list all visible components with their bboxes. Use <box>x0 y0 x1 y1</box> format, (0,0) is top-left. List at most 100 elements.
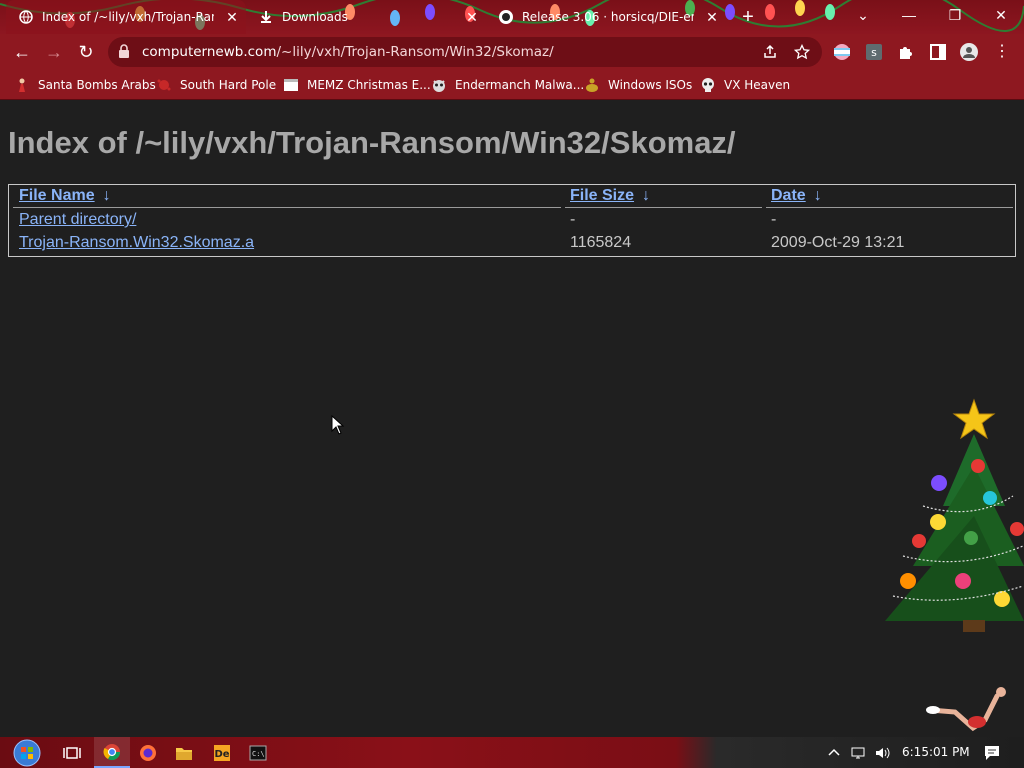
download-icon <box>261 11 271 23</box>
show-hidden-icons-chevron-icon[interactable] <box>826 745 842 761</box>
sort-arrow-icon: ↓ <box>813 187 822 204</box>
start-button[interactable] <box>8 737 46 768</box>
buddha-icon <box>586 78 598 92</box>
bookmark-label: South Hard Pole <box>180 78 277 92</box>
close-tab-icon[interactable]: ✕ <box>224 9 240 25</box>
header-divider <box>13 207 561 208</box>
url-text[interactable]: computernewb.com/~lily/vxh/Trojan-Ransom… <box>142 44 554 60</box>
chrome-icon <box>103 743 121 760</box>
christmas-tree-decoration <box>885 398 1024 632</box>
bookmark-santa-bombs-arabs[interactable]: Santa Bombs Arabs <box>14 75 156 95</box>
tab-index-of[interactable]: Index of /~lily/vxh/Trojan-Ransom ✕ <box>6 0 246 34</box>
bookmark-label: VX Heaven <box>724 78 791 92</box>
url-host: computernewb.com <box>142 44 277 60</box>
address-bar[interactable]: computernewb.com/~lily/vxh/Trojan-Ransom… <box>108 37 822 67</box>
svg-text:De: De <box>214 749 229 760</box>
tab-title: Downloads <box>282 10 348 24</box>
header-divider <box>766 207 1013 208</box>
column-header-file-name[interactable]: File Name ↓ <box>19 187 111 205</box>
profile-avatar-icon[interactable] <box>960 43 978 61</box>
column-header-label: File Name <box>19 187 95 204</box>
bookmarks-bar: Santa Bombs Arabs South Hard Pole MEMZ C… <box>0 70 1024 100</box>
row-size: - <box>570 211 576 228</box>
back-button[interactable]: ← <box>10 40 34 64</box>
bookmark-label: Endermanch Malwa... <box>455 78 585 92</box>
tab-strip: Index of /~lily/vxh/Trojan-Ransom ✕ Down… <box>0 0 1024 34</box>
task-view-button[interactable] <box>54 737 90 768</box>
mouse-cursor-icon <box>331 415 345 435</box>
taskbar-terminal[interactable]: C:\ <box>240 737 276 768</box>
start-orb-icon <box>13 739 41 766</box>
sort-arrow-icon: ↓ <box>642 187 651 204</box>
row-date: - <box>771 211 777 228</box>
bookmark-label: Windows ISOs <box>608 78 693 92</box>
bookmark-label: MEMZ Christmas E... <box>307 78 431 92</box>
network-icon[interactable] <box>850 745 866 761</box>
extension-flag-icon[interactable] <box>833 43 851 61</box>
taskbar-clock[interactable]: 6:15:01 PM <box>902 745 970 759</box>
column-header-date[interactable]: Date ↓ <box>771 187 822 205</box>
header-divider <box>565 207 762 208</box>
terminal-icon: C:\ <box>249 745 267 760</box>
bookmark-endermanch-malware[interactable]: Endermanch Malwa... <box>431 75 584 95</box>
skull-icon <box>702 78 714 92</box>
bookmark-vx-heaven[interactable]: VX Heaven <box>700 75 790 95</box>
tab-search-button[interactable]: ⌄ <box>840 0 886 30</box>
column-header-label: File Size <box>570 187 635 204</box>
column-header-label: Date <box>771 187 806 204</box>
row-size: 1165824 <box>570 234 632 251</box>
row-name-link[interactable]: Parent directory/ <box>19 211 136 229</box>
bookmark-star-icon[interactable] <box>794 44 810 60</box>
taskbar: De C:\ 6:15:01 PM <box>0 737 1024 768</box>
column-header-file-size[interactable]: File Size ↓ <box>570 187 650 205</box>
firefox-icon <box>140 744 156 761</box>
task-view-icon <box>63 746 81 759</box>
page-content: Index of /~lily/vxh/Trojan-Ransom/Win32/… <box>0 101 1024 737</box>
red-splat-icon <box>157 79 171 91</box>
action-center-icon[interactable] <box>983 744 1001 762</box>
die-icon: De <box>214 744 230 761</box>
extensions-puzzle-icon[interactable] <box>897 43 915 61</box>
svg-text:C:\: C:\ <box>252 750 265 758</box>
minimize-button[interactable]: — <box>886 0 932 30</box>
page-title: Index of /~lily/vxh/Trojan-Ransom/Win32/… <box>8 125 736 160</box>
bookmark-south-hard-pole[interactable]: South Hard Pole <box>156 75 276 95</box>
side-panel-icon[interactable] <box>929 43 947 61</box>
row-name-link[interactable]: Trojan-Ransom.Win32.Skomaz.a <box>19 234 254 252</box>
browser-menu-icon[interactable]: ⋮ <box>990 40 1014 64</box>
row-date: 2009-Oct-29 13:21 <box>771 234 905 251</box>
file-explorer-icon <box>176 747 192 760</box>
globe-icon <box>19 10 33 24</box>
bookmark-label: Santa Bombs Arabs <box>38 78 156 92</box>
bookmark-memz-christmas[interactable]: MEMZ Christmas E... <box>283 75 431 95</box>
taskbar-firefox[interactable] <box>130 737 166 768</box>
forward-button[interactable]: → <box>42 40 66 64</box>
github-icon <box>499 10 513 24</box>
dancer-figure-decoration <box>926 687 1006 732</box>
tab-downloads[interactable]: Downloads ✕ <box>246 0 486 34</box>
close-tab-icon[interactable]: ✕ <box>464 9 480 25</box>
taskbar-file-explorer[interactable] <box>166 737 202 768</box>
tab-release[interactable]: Release 3.06 · horsicq/DIE-engine ✕ <box>486 0 726 34</box>
lock-icon <box>119 44 129 58</box>
volume-icon[interactable] <box>874 745 890 761</box>
bookmark-windows-isos[interactable]: Windows ISOs <box>584 75 692 95</box>
url-path: /~lily/vxh/Trojan-Ransom/Win32/Skomaz/ <box>276 44 554 60</box>
file-listing-table: File Name ↓ File Size ↓ Date ↓ Parent direc… <box>8 184 1016 257</box>
page-icon <box>284 79 298 91</box>
sort-arrow-icon: ↓ <box>102 187 111 204</box>
reload-button[interactable]: ↻ <box>74 40 98 64</box>
close-tab-icon[interactable]: ✕ <box>704 9 720 25</box>
extension-s-icon[interactable]: s <box>865 43 883 61</box>
taskbar-chrome[interactable] <box>94 737 130 768</box>
new-tab-button[interactable]: + <box>737 6 759 28</box>
tab-title: Index of /~lily/vxh/Trojan-Ransom <box>42 10 214 24</box>
close-window-button[interactable]: ✕ <box>978 0 1024 30</box>
figure-icon <box>19 78 25 92</box>
share-icon[interactable] <box>762 44 778 60</box>
taskbar-die[interactable]: De <box>204 737 240 768</box>
browser-toolbar: ← → ↻ computernewb.com/~lily/vxh/Trojan-… <box>0 34 1024 70</box>
raccoon-icon <box>433 80 445 92</box>
tab-title: Release 3.06 · horsicq/DIE-engine <box>522 10 694 24</box>
restore-button[interactable]: ❐ <box>932 0 978 30</box>
